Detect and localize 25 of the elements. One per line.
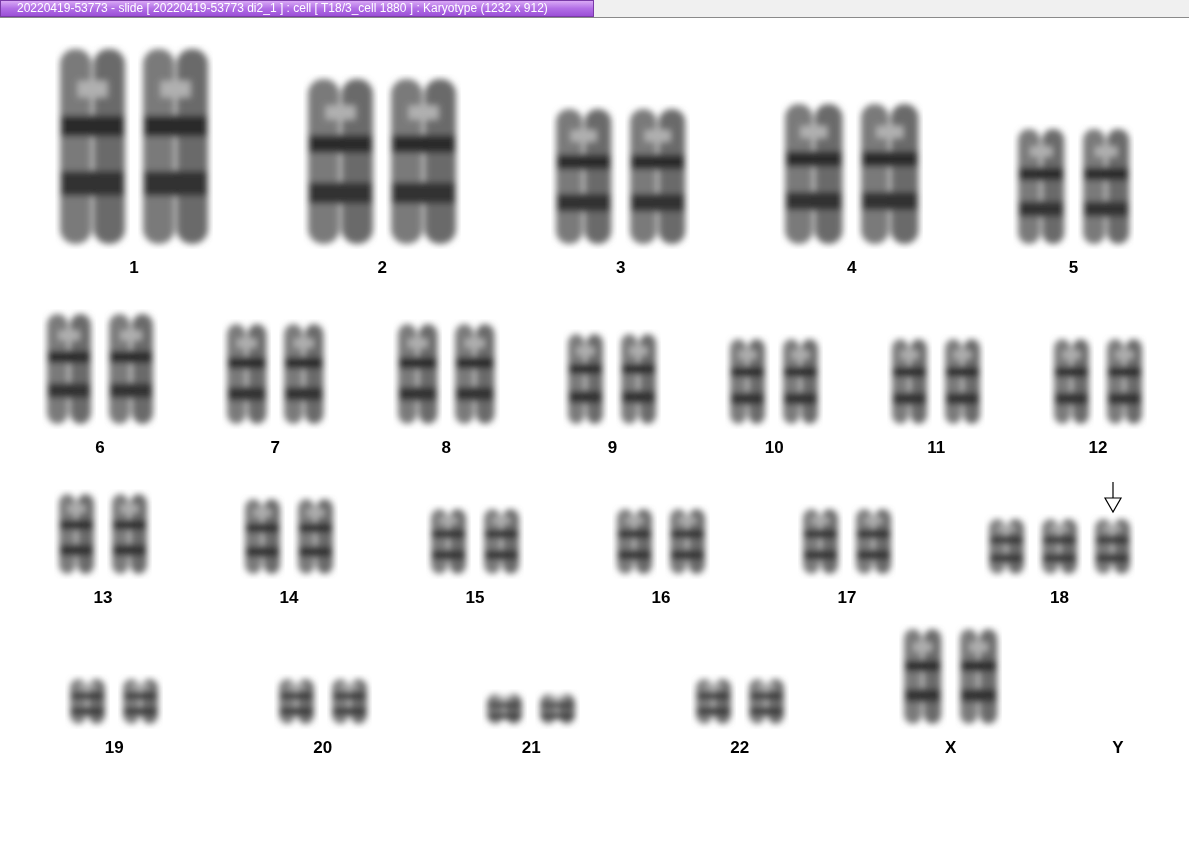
window-title: 20220419-53773 - slide [ 20220419-53773 di2_1 ] : cell [ T18/3_cell 1880 ] : Karyotype (1232 x 912) (0, 0, 594, 17)
chromosome-number: 19 (104, 736, 124, 759)
chromosome-number: 13 (93, 586, 113, 609)
chromosome-number: 18 (1050, 586, 1069, 609)
chromosome-number: 21 (521, 736, 541, 759)
chromosome-number: 17 (837, 586, 857, 609)
chromosome-number: 6 (95, 436, 105, 459)
chromosome-number: 4 (846, 256, 857, 279)
chromosome-number: 15 (465, 586, 485, 609)
chromosome-number: 2 (377, 256, 387, 279)
chromosome-number: 20 (313, 736, 333, 759)
chromosome-number: 16 (651, 586, 671, 609)
chromosome-number: 3 (616, 256, 626, 279)
chromosome-number: 14 (279, 586, 299, 609)
chromosome-number: 22 (730, 736, 750, 759)
chromosome-number: 8 (441, 436, 451, 459)
chromosome-number: 9 (607, 436, 618, 459)
chromosome-number: 5 (1068, 256, 1079, 279)
chromosome-number: Y (1112, 736, 1124, 759)
chromosome-number: 1 (129, 256, 139, 279)
chromosome-number: 10 (764, 436, 784, 459)
chromosome-number: 12 (1088, 436, 1108, 459)
chromosome-number: 7 (270, 436, 280, 459)
chromosome-number: 11 (927, 436, 946, 459)
chromosome-number: X (944, 736, 957, 759)
